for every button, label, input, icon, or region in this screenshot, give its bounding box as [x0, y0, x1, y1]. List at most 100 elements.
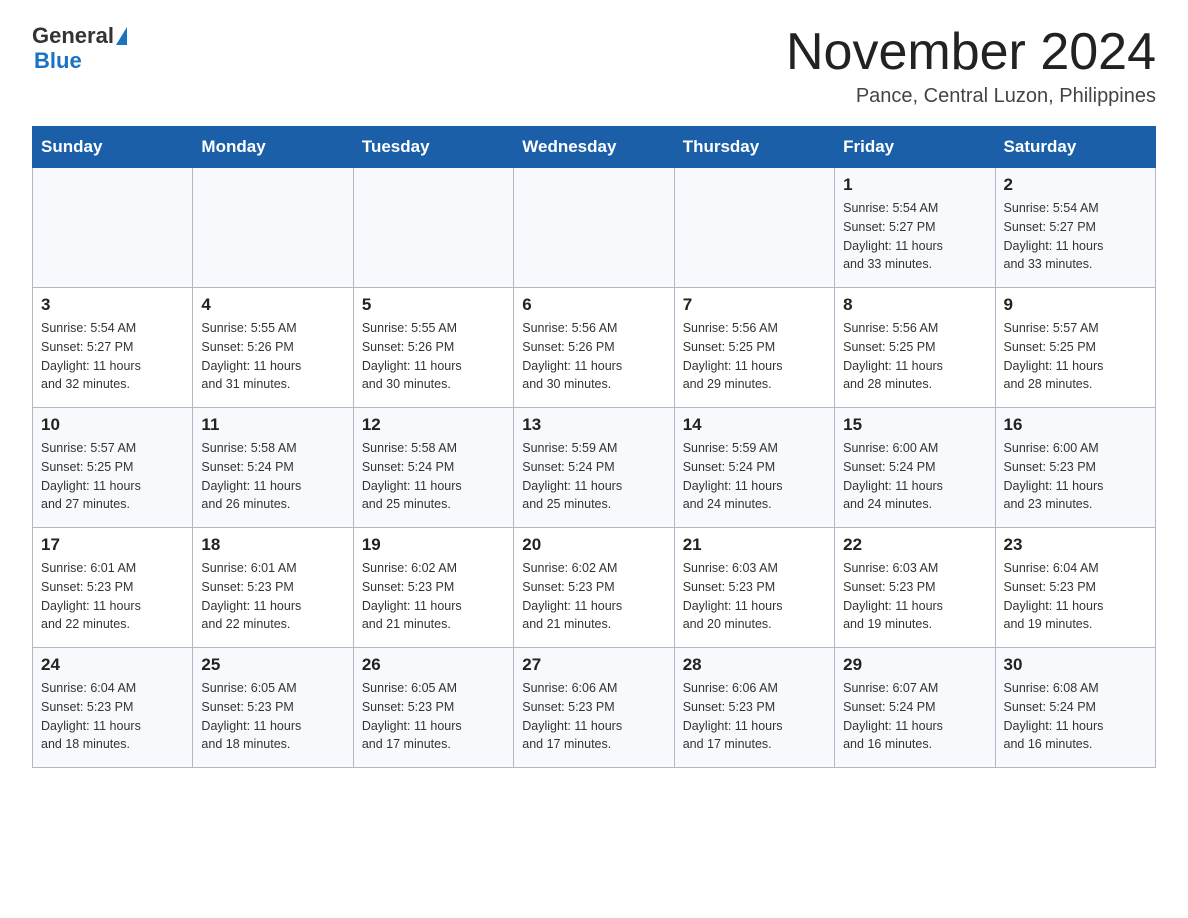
day-number: 24 [41, 655, 184, 675]
day-info: Sunrise: 5:57 AMSunset: 5:25 PMDaylight:… [1004, 319, 1147, 394]
day-number: 23 [1004, 535, 1147, 555]
day-number: 11 [201, 415, 344, 435]
day-info: Sunrise: 5:56 AMSunset: 5:25 PMDaylight:… [843, 319, 986, 394]
day-number: 15 [843, 415, 986, 435]
day-info: Sunrise: 5:59 AMSunset: 5:24 PMDaylight:… [683, 439, 826, 514]
calendar-cell [514, 168, 674, 288]
day-info: Sunrise: 6:00 AMSunset: 5:24 PMDaylight:… [843, 439, 986, 514]
calendar-cell: 11 Sunrise: 5:58 AMSunset: 5:24 PMDayligh… [193, 408, 353, 528]
day-info: Sunrise: 6:01 AMSunset: 5:23 PMDaylight:… [201, 559, 344, 634]
day-info: Sunrise: 5:55 AMSunset: 5:26 PMDaylight:… [201, 319, 344, 394]
calendar-cell: 9 Sunrise: 5:57 AMSunset: 5:25 PMDaylight… [995, 288, 1155, 408]
logo-triangle-icon [116, 27, 127, 45]
day-number: 19 [362, 535, 505, 555]
day-number: 22 [843, 535, 986, 555]
weekday-header-sunday: Sunday [33, 127, 193, 168]
day-number: 6 [522, 295, 665, 315]
day-number: 3 [41, 295, 184, 315]
calendar-cell: 12Sunrise: 5:58 AMSunset: 5:24 PMDayligh… [353, 408, 513, 528]
day-info: Sunrise: 5:54 AMSunset: 5:27 PMDaylight:… [41, 319, 184, 394]
day-number: 18 [201, 535, 344, 555]
calendar-cell: 20 Sunrise: 6:02 AMSunset: 5:23 PMDayligh… [514, 528, 674, 648]
day-info: Sunrise: 5:59 AMSunset: 5:24 PMDaylight:… [522, 439, 665, 514]
weekday-header-saturday: Saturday [995, 127, 1155, 168]
calendar-cell: 16 Sunrise: 6:00 AMSunset: 5:23 PMDayligh… [995, 408, 1155, 528]
title-area: November 2024 Pance, Central Luzon, Phil… [786, 24, 1156, 108]
calendar-cell: 5Sunrise: 5:55 AMSunset: 5:26 PMDaylight… [353, 288, 513, 408]
calendar-cell: 19 Sunrise: 6:02 AMSunset: 5:23 PMDayligh… [353, 528, 513, 648]
day-info: Sunrise: 6:03 AMSunset: 5:23 PMDaylight:… [843, 559, 986, 634]
day-number: 20 [522, 535, 665, 555]
day-info: Sunrise: 6:02 AMSunset: 5:23 PMDaylight:… [522, 559, 665, 634]
logo-area: General Blue [32, 24, 128, 74]
calendar-cell: 17Sunrise: 6:01 AMSunset: 5:23 PMDayligh… [33, 528, 193, 648]
day-number: 21 [683, 535, 826, 555]
calendar-cell: 13Sunrise: 5:59 AMSunset: 5:24 PMDayligh… [514, 408, 674, 528]
day-info: Sunrise: 6:06 AMSunset: 5:23 PMDaylight:… [683, 679, 826, 754]
header-area: General Blue November 2024 Pance, Centra… [32, 24, 1156, 108]
calendar-cell [674, 168, 834, 288]
day-number: 8 [843, 295, 986, 315]
calendar-cell: 6 Sunrise: 5:56 AMSunset: 5:26 PMDaylight… [514, 288, 674, 408]
day-info: Sunrise: 6:05 AMSunset: 5:23 PMDaylight:… [362, 679, 505, 754]
day-number: 7 [683, 295, 826, 315]
calendar-week-2: 3 Sunrise: 5:54 AMSunset: 5:27 PMDaylight… [33, 288, 1156, 408]
day-number: 30 [1004, 655, 1147, 675]
calendar-week-4: 17 Sunrise: 6:01 AMSunset: 5:23 PMDayligh… [33, 528, 1156, 648]
calendar-cell: 7 Sunrise: 5:56 AMSunset: 5:25 PMDaylight… [674, 288, 834, 408]
day-info: Sunrise: 5:57 AMSunset: 5:25 PMDaylight:… [41, 439, 184, 514]
calendar-week-1: 1 Sunrise: 5:54 AMSunset: 5:27 PMDaylight… [33, 168, 1156, 288]
calendar-cell: 21 Sunrise: 6:03 AMSunset: 5:23 PMDayligh… [674, 528, 834, 648]
location-subtitle: Pance, Central Luzon, Philippines [786, 85, 1156, 108]
day-info: Sunrise: 6:02 AMSunset: 5:23 PMDaylight:… [362, 559, 505, 634]
day-info: Sunrise: 6:03 AMSunset: 5:23 PMDaylight:… [683, 559, 826, 634]
calendar-cell [353, 168, 513, 288]
weekday-header-row: SundayMondayTuesdayWednesdayThursdayFrid… [33, 127, 1156, 168]
day-number: 1 [843, 175, 986, 195]
calendar-cell: 14 Sunrise: 5:59 AMSunset: 5:24 PMDayligh… [674, 408, 834, 528]
day-info: Sunrise: 5:55 AMSunset: 5:26 PMDaylight:… [362, 319, 505, 394]
logo-blue-text: Blue [34, 48, 82, 73]
calendar-cell [33, 168, 193, 288]
weekday-header-wednesday: Wednesday [514, 127, 674, 168]
day-number: 14 [683, 415, 826, 435]
day-info: Sunrise: 6:08 AMSunset: 5:24 PMDaylight:… [1004, 679, 1147, 754]
calendar-cell: 22 Sunrise: 6:03 AMSunset: 5:23 PMDayligh… [835, 528, 995, 648]
day-info: Sunrise: 5:56 AMSunset: 5:26 PMDaylight:… [522, 319, 665, 394]
weekday-header-monday: Monday [193, 127, 353, 168]
day-number: 27 [522, 655, 665, 675]
calendar-cell: 27 Sunrise: 6:06 AMSunset: 5:23 PMDayligh… [514, 648, 674, 768]
logo: General [32, 24, 128, 48]
day-number: 2 [1004, 175, 1147, 195]
calendar-cell: 3 Sunrise: 5:54 AMSunset: 5:27 PMDaylight… [33, 288, 193, 408]
day-info: Sunrise: 5:56 AMSunset: 5:25 PMDaylight:… [683, 319, 826, 394]
month-title: November 2024 [786, 24, 1156, 81]
calendar-cell: 18 Sunrise: 6:01 AMSunset: 5:23 PMDayligh… [193, 528, 353, 648]
day-number: 17 [41, 535, 184, 555]
day-number: 29 [843, 655, 986, 675]
calendar-cell: 30 Sunrise: 6:08 AMSunset: 5:24 PMDayligh… [995, 648, 1155, 768]
calendar-body: 1 Sunrise: 5:54 AMSunset: 5:27 PMDaylight… [33, 168, 1156, 768]
day-info: Sunrise: 5:54 AMSunset: 5:27 PMDaylight:… [843, 199, 986, 274]
calendar-cell: 24 Sunrise: 6:04 AMSunset: 5:23 PMDayligh… [33, 648, 193, 768]
calendar-cell: 10Sunrise: 5:57 AMSunset: 5:25 PMDayligh… [33, 408, 193, 528]
day-info: Sunrise: 6:04 AMSunset: 5:23 PMDaylight:… [41, 679, 184, 754]
day-number: 16 [1004, 415, 1147, 435]
weekday-header-tuesday: Tuesday [353, 127, 513, 168]
day-info: Sunrise: 6:00 AMSunset: 5:23 PMDaylight:… [1004, 439, 1147, 514]
calendar-cell: 29Sunrise: 6:07 AMSunset: 5:24 PMDayligh… [835, 648, 995, 768]
day-number: 26 [362, 655, 505, 675]
day-info: Sunrise: 6:04 AMSunset: 5:23 PMDaylight:… [1004, 559, 1147, 634]
calendar-cell: 26 Sunrise: 6:05 AMSunset: 5:23 PMDayligh… [353, 648, 513, 768]
calendar-cell: 8 Sunrise: 5:56 AMSunset: 5:25 PMDaylight… [835, 288, 995, 408]
day-number: 9 [1004, 295, 1147, 315]
weekday-header-thursday: Thursday [674, 127, 834, 168]
logo-general-text: General [32, 24, 114, 48]
day-number: 4 [201, 295, 344, 315]
calendar-cell: 15 Sunrise: 6:00 AMSunset: 5:24 PMDayligh… [835, 408, 995, 528]
day-number: 12 [362, 415, 505, 435]
day-info: Sunrise: 6:06 AMSunset: 5:23 PMDaylight:… [522, 679, 665, 754]
calendar-cell: 25Sunrise: 6:05 AMSunset: 5:23 PMDayligh… [193, 648, 353, 768]
calendar-cell: 4 Sunrise: 5:55 AMSunset: 5:26 PMDaylight… [193, 288, 353, 408]
day-info: Sunrise: 5:58 AMSunset: 5:24 PMDaylight:… [201, 439, 344, 514]
